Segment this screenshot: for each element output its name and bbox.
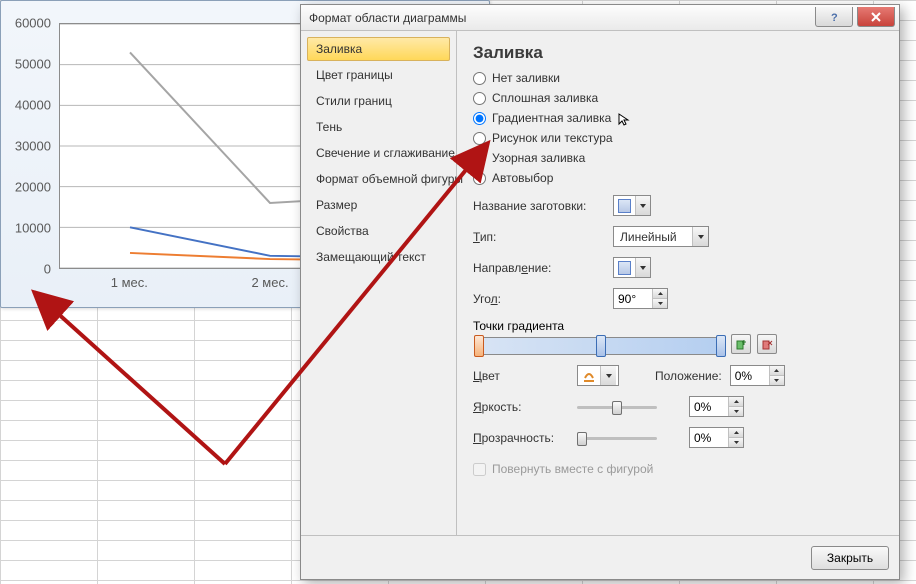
add-gradient-stop-button[interactable]	[731, 334, 751, 354]
dialog-footer: Закрыть	[301, 535, 899, 579]
angle-up[interactable]	[653, 289, 667, 298]
gradient-stop-2[interactable]	[596, 335, 606, 357]
chart-y-axis-labels: 0100002000030000400005000060000	[1, 23, 55, 269]
fill-radio[interactable]: Узорная заливка	[473, 151, 883, 165]
fill-radio[interactable]: Нет заливки	[473, 71, 883, 85]
nav-item[interactable]: Замещающий текст	[307, 245, 450, 269]
remove-gradient-stop-button[interactable]	[757, 334, 777, 354]
dialog-titlebar[interactable]: Формат области диаграммы ?	[301, 5, 899, 31]
close-button[interactable]	[857, 7, 895, 27]
y-tick-label: 40000	[15, 98, 51, 113]
preset-label: Название заготовки:	[473, 199, 605, 213]
nav-item[interactable]: Стили границ	[307, 89, 450, 113]
nav-item[interactable]: Свечение и сглаживание	[307, 141, 450, 165]
nav-item[interactable]: Формат объемной фигуры	[307, 167, 450, 191]
fill-type-radios: Нет заливки Сплошная заливка Градиентная з…	[473, 71, 883, 185]
dialog-nav-list: ЗаливкаЦвет границыСтили границТеньСвече…	[301, 31, 457, 535]
position-spinner[interactable]	[730, 365, 785, 386]
nav-item[interactable]: Свойства	[307, 219, 450, 243]
y-tick-label: 30000	[15, 139, 51, 154]
brightness-label: Яркость:	[473, 400, 569, 414]
nav-item[interactable]: Цвет границы	[307, 63, 450, 87]
gradient-stop-3[interactable]	[716, 335, 726, 357]
brightness-slider[interactable]	[577, 398, 657, 416]
position-input[interactable]	[731, 366, 769, 385]
position-label: Положение:	[655, 369, 722, 383]
transparency-spinner[interactable]	[689, 427, 744, 448]
y-tick-label: 60000	[15, 16, 51, 31]
color-label: Цвет	[473, 369, 569, 383]
angle-input[interactable]	[614, 289, 652, 308]
svg-text:?: ?	[831, 12, 838, 23]
pane-heading: Заливка	[473, 43, 883, 63]
fill-radio[interactable]: Сплошная заливка	[473, 91, 883, 105]
nav-item[interactable]: Размер	[307, 193, 450, 217]
y-tick-label: 20000	[15, 180, 51, 195]
fill-radio[interactable]: Автовыбор	[473, 171, 883, 185]
close-dialog-button[interactable]: Закрыть	[811, 546, 889, 570]
y-tick-label: 0	[44, 262, 51, 277]
angle-down[interactable]	[653, 298, 667, 308]
format-chart-area-dialog: Формат области диаграммы ? ЗаливкаЦвет г…	[300, 4, 900, 580]
y-tick-label: 50000	[15, 57, 51, 72]
transparency-slider[interactable]	[577, 429, 657, 447]
nav-item[interactable]: Заливка	[307, 37, 450, 61]
fill-radio[interactable]: Рисунок или текстура	[473, 131, 883, 145]
angle-spinner[interactable]	[613, 288, 668, 309]
mouse-cursor-icon	[617, 113, 631, 127]
fill-radio[interactable]: Градиентная заливка	[473, 111, 883, 125]
fill-pane: Заливка Нет заливки Сплошная заливка Гради…	[457, 31, 899, 535]
gradient-stops-slider[interactable]	[475, 337, 725, 355]
brightness-spinner[interactable]	[689, 396, 744, 417]
type-label: Тип:	[473, 230, 605, 244]
gradient-stop-1[interactable]	[474, 335, 484, 357]
y-tick-label: 10000	[15, 221, 51, 236]
brightness-input[interactable]	[690, 397, 728, 416]
x-tick-label: 1 мес.	[59, 275, 200, 295]
transparency-input[interactable]	[690, 428, 728, 447]
dialog-title: Формат области диаграммы	[309, 11, 815, 25]
rotate-with-shape-checkbox: Повернуть вместе с фигурой	[473, 462, 883, 476]
preset-dropdown[interactable]	[613, 195, 651, 216]
angle-label: Угол:	[473, 292, 605, 306]
nav-item[interactable]: Тень	[307, 115, 450, 139]
direction-dropdown[interactable]	[613, 257, 651, 278]
help-button[interactable]: ?	[815, 7, 853, 27]
type-dropdown[interactable]: Линейный	[613, 226, 709, 247]
direction-swatch-icon	[618, 261, 631, 275]
preset-swatch-icon	[618, 199, 631, 213]
color-dropdown[interactable]	[577, 365, 619, 386]
direction-label: Направление:	[473, 261, 605, 275]
stops-label: Точки градиента	[473, 319, 883, 333]
transparency-label: Прозрачность:	[473, 431, 569, 445]
